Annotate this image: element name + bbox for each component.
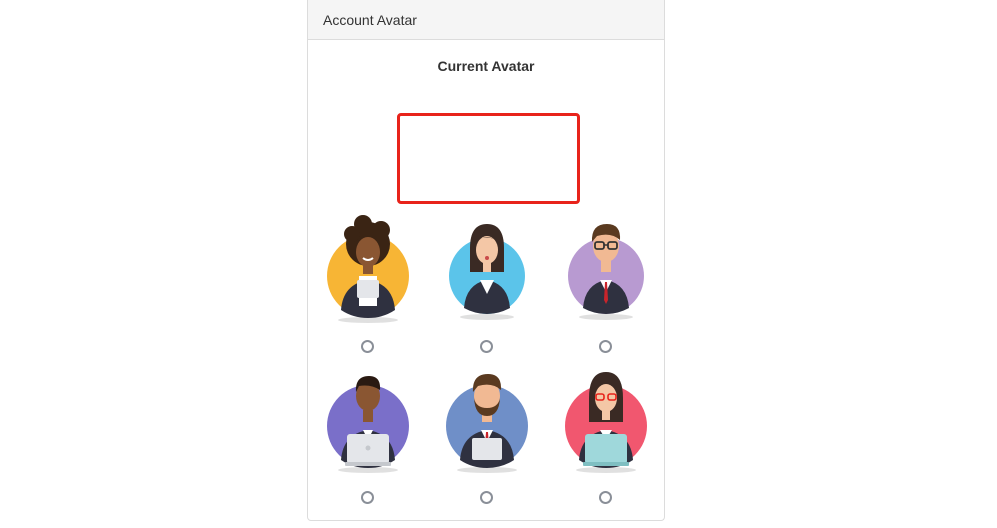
avatar-option-5[interactable] [432,364,542,514]
account-avatar-panel: Account Avatar Current Avatar [307,0,665,521]
panel-title: Account Avatar [323,11,417,28]
panel-header: Account Avatar [308,0,664,40]
avatar-woman-dark-hair-icon[interactable] [442,214,532,324]
current-avatar-preview [397,113,580,204]
avatar-radio-1[interactable] [361,340,374,353]
avatar-radio-3[interactable] [599,340,612,353]
avatar-woman-glasses-laptop-icon[interactable] [561,364,651,474]
avatar-radio-4[interactable] [361,491,374,504]
avatar-option-6[interactable] [551,364,661,514]
avatar-radio-5[interactable] [480,491,493,504]
avatar-man-beard-icon[interactable] [442,364,532,474]
avatar-radio-6[interactable] [599,491,612,504]
avatar-man-glasses-icon[interactable] [561,214,651,324]
avatar-option-4[interactable] [313,364,423,514]
avatar-option-2[interactable] [432,214,542,364]
avatar-woman-curly-hair-icon[interactable] [323,214,413,324]
avatar-option-1[interactable] [313,214,423,364]
avatar-option-3[interactable] [551,214,661,364]
avatar-radio-2[interactable] [480,340,493,353]
current-avatar-title: Current Avatar [437,58,535,74]
avatar-man-laptop-icon[interactable] [323,364,413,474]
